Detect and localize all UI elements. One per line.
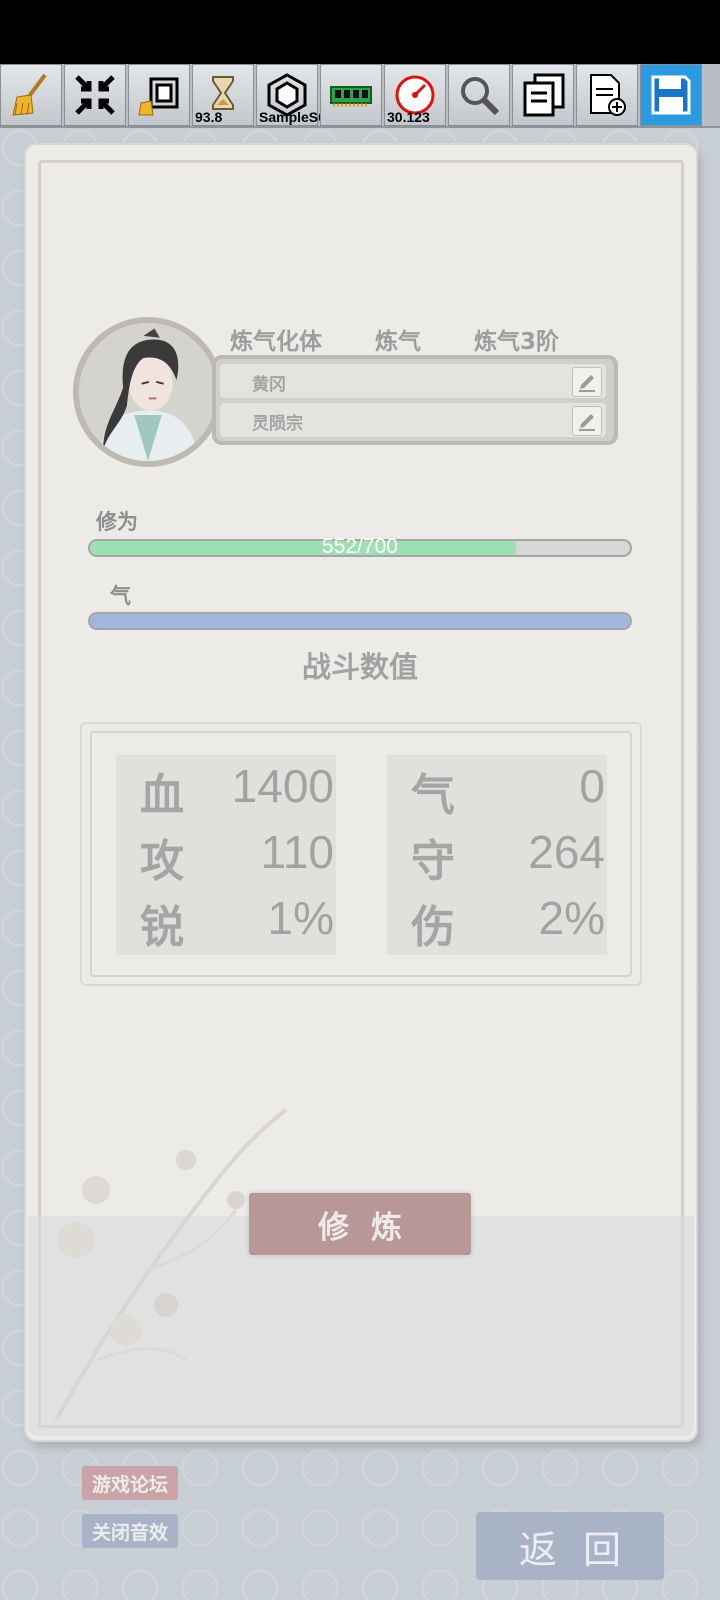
sect-name: 灵陨宗	[252, 414, 303, 434]
edit-sect-button[interactable]	[572, 406, 602, 436]
edit-name-button[interactable]	[572, 367, 602, 397]
fps-tool-button[interactable]: 30.123	[384, 64, 446, 126]
stat-row: 伤 2%	[387, 887, 607, 953]
unity-sample-tool-button[interactable]: SampleS66.2	[256, 64, 345, 126]
realm-stage: 炼气	[375, 329, 421, 355]
stat-row: 血 1400	[116, 755, 336, 821]
stat-row: 锐 1%	[116, 887, 336, 953]
stat-key: 气	[411, 770, 455, 821]
stat-value: 1400	[231, 760, 334, 812]
collapse-icon	[75, 75, 115, 115]
pencil-icon	[579, 414, 595, 431]
stat-value: 264	[528, 826, 605, 878]
qi-label: 气	[110, 584, 131, 608]
unity-clean-tool-button[interactable]	[128, 64, 190, 126]
character-avatar[interactable]	[73, 317, 223, 467]
collapse-tool-button[interactable]	[64, 64, 126, 126]
stats-left-panel: 血 1400 攻 110 锐 1%	[116, 755, 336, 955]
stat-key: 伤	[411, 902, 455, 953]
train-button[interactable]: 修炼	[249, 1193, 471, 1255]
save-icon	[651, 75, 691, 115]
broom-tool-button[interactable]	[0, 64, 62, 126]
debug-toolbar: 93.8 SampleS66.2 30.123	[0, 64, 720, 128]
sect-field: 灵陨宗	[220, 403, 606, 437]
qi-progress-bar	[88, 612, 632, 630]
copy-tool-button[interactable]	[512, 64, 574, 126]
stat-value: 0	[579, 760, 605, 812]
fps-value: 30.123	[387, 109, 430, 125]
search-icon	[461, 77, 500, 116]
realm-level: 炼气3阶	[474, 329, 560, 355]
unity-broom-icon	[138, 77, 179, 116]
broom-icon	[12, 73, 47, 116]
memory-icon	[330, 86, 372, 107]
stat-row: 守 264	[387, 821, 607, 887]
name-field: 黄冈	[220, 364, 606, 398]
stat-value: 110	[260, 826, 334, 878]
game-forum-button[interactable]: 游戏论坛	[82, 1466, 178, 1500]
combat-stats-title: 战斗数值	[301, 650, 418, 684]
search-tool-button[interactable]	[448, 64, 510, 126]
copy-icon	[523, 73, 565, 117]
pencil-icon	[579, 375, 595, 392]
stat-key: 锐	[140, 902, 184, 953]
stat-value: 1%	[267, 892, 334, 944]
save-tool-button[interactable]	[640, 64, 702, 126]
stat-row: 攻 110	[116, 821, 336, 887]
timescale-tool-button[interactable]: 93.8	[192, 64, 254, 126]
stat-row: 气 0	[387, 755, 607, 821]
back-button[interactable]: 返回	[476, 1512, 664, 1580]
character-portrait-icon	[79, 323, 217, 461]
plum-blossom-decoration	[54, 1108, 288, 1421]
memory-tool-button[interactable]	[320, 64, 382, 126]
cultivation-label: 修为	[96, 510, 138, 534]
stats-right-panel: 气 0 守 264 伤 2%	[387, 755, 607, 955]
status-bar	[0, 0, 720, 64]
realm-name: 炼气化体	[230, 329, 322, 355]
mute-sound-button[interactable]: 关闭音效	[82, 1514, 178, 1548]
new-document-icon	[590, 74, 626, 116]
character-name: 黄冈	[252, 375, 286, 395]
new-document-tool-button[interactable]	[576, 64, 638, 126]
qi-progress-fill	[90, 614, 630, 628]
stat-key: 攻	[140, 836, 184, 887]
stat-key: 血	[140, 770, 184, 821]
stat-key: 守	[411, 836, 455, 887]
stat-value: 2%	[538, 892, 605, 944]
timescale-value: 93.8	[195, 109, 223, 125]
cultivation-progress-text: 552/700	[322, 535, 398, 558]
